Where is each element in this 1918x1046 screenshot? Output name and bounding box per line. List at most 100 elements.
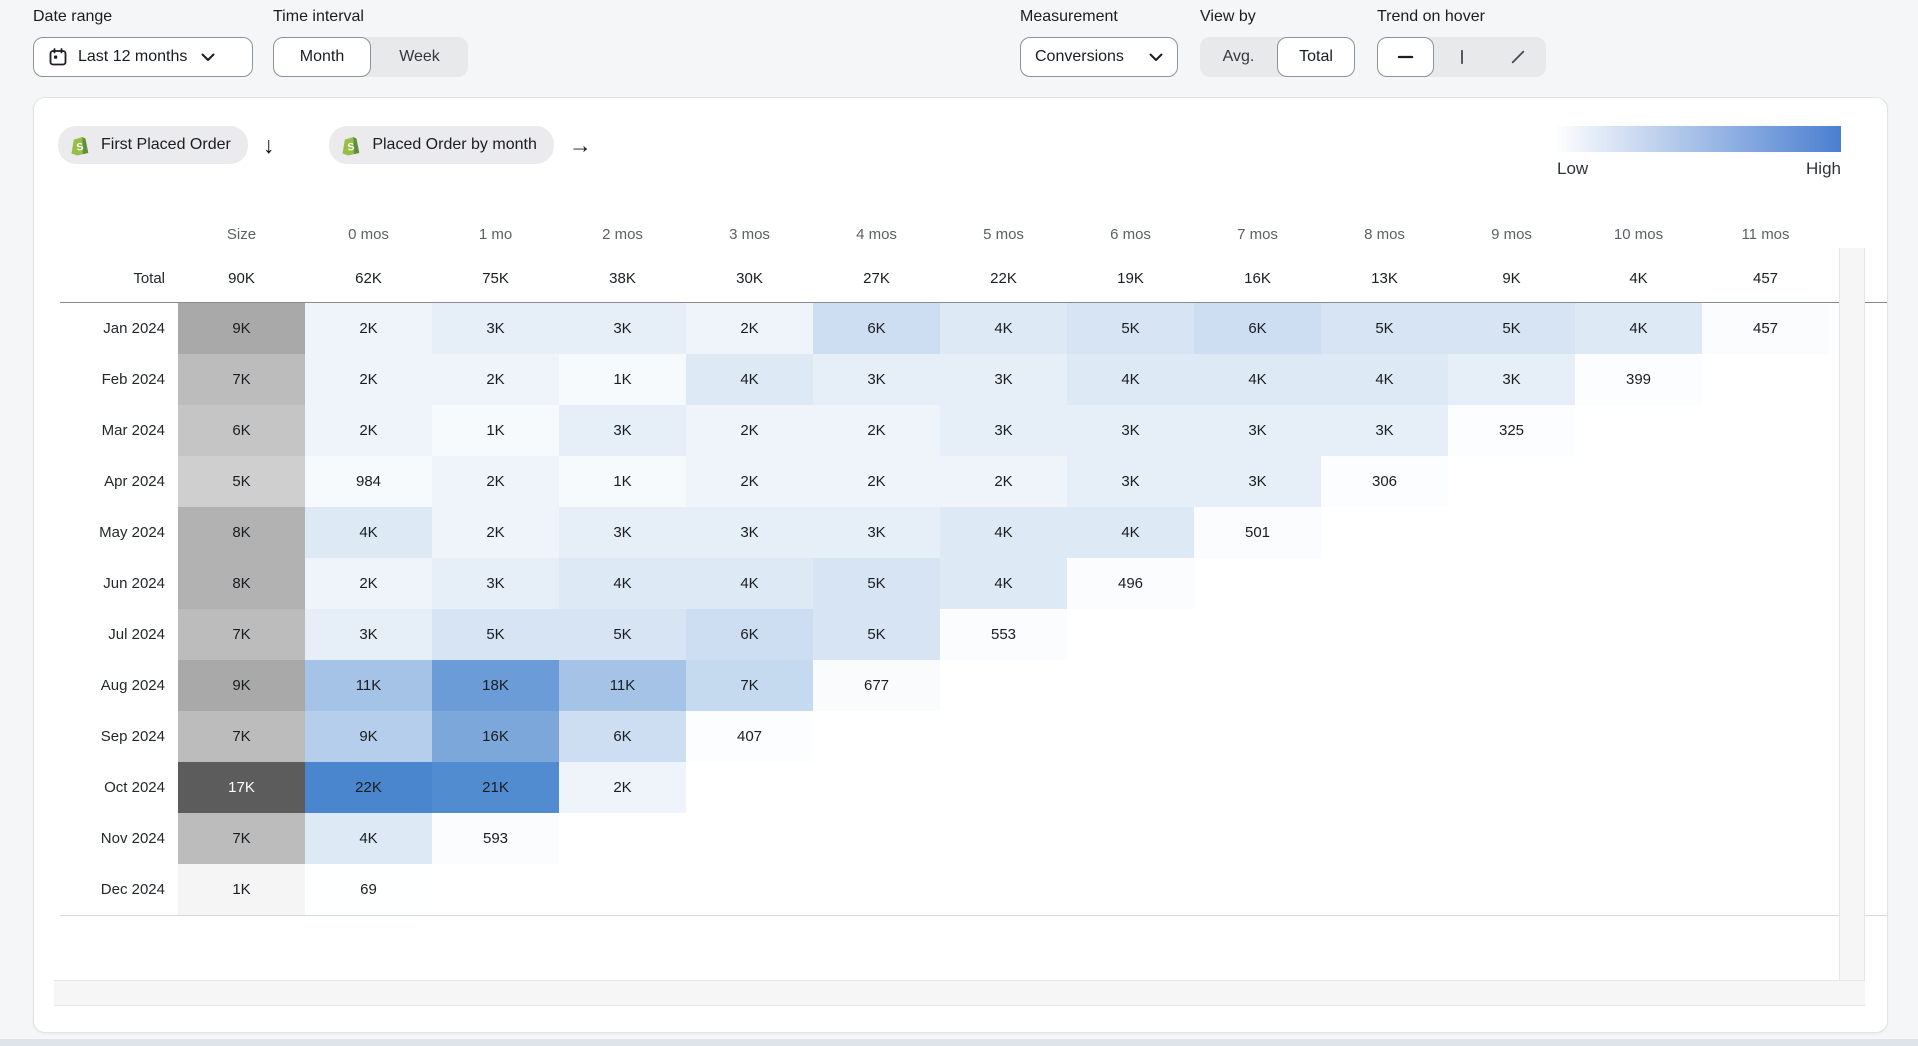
heatmap-cell[interactable]: 3K [1194,405,1321,456]
heatmap-cell[interactable]: 399 [1575,354,1702,405]
size-cell[interactable]: 7K [178,711,305,762]
heatmap-cell[interactable]: 4K [1194,354,1321,405]
heatmap-cell[interactable]: 6K [1194,303,1321,354]
metric-event-badge[interactable]: S Placed Order by month [329,126,554,164]
time-interval-option-month[interactable]: Month [273,37,371,77]
heatmap-cell[interactable]: 3K [940,354,1067,405]
heatmap-cell[interactable]: 4K [1067,507,1194,558]
cohort-event-badge[interactable]: S First Placed Order [58,126,248,164]
heatmap-cell[interactable]: 2K [940,456,1067,507]
heatmap-cell[interactable]: 4K [1321,354,1448,405]
heatmap-cell[interactable]: 7K [686,660,813,711]
heatmap-cell[interactable]: 3K [813,507,940,558]
heatmap-cell[interactable]: 3K [1321,405,1448,456]
heatmap-cell[interactable]: 18K [432,660,559,711]
heatmap-cell[interactable]: 407 [686,711,813,762]
heatmap-cell[interactable]: 4K [940,507,1067,558]
heatmap-cell[interactable]: 2K [432,456,559,507]
measurement-dropdown[interactable]: Conversions [1020,37,1178,77]
heatmap-cell[interactable]: 677 [813,660,940,711]
heatmap-cell[interactable]: 2K [559,762,686,813]
size-cell[interactable]: 1K [178,864,305,915]
heatmap-cell[interactable]: 306 [1321,456,1448,507]
heatmap-cell[interactable]: 3K [813,354,940,405]
heatmap-cell[interactable]: 4K [686,558,813,609]
heatmap-cell[interactable]: 3K [432,558,559,609]
heatmap-cell[interactable]: 3K [559,303,686,354]
heatmap-cell[interactable]: 5K [813,609,940,660]
heatmap-cell[interactable]: 3K [432,303,559,354]
heatmap-cell[interactable]: 593 [432,813,559,864]
heatmap-cell[interactable]: 2K [813,456,940,507]
heatmap-cell[interactable]: 4K [1067,354,1194,405]
size-cell[interactable]: 5K [178,456,305,507]
size-cell[interactable]: 8K [178,558,305,609]
size-cell[interactable]: 9K [178,303,305,354]
size-cell[interactable]: 9K [178,660,305,711]
heatmap-cell[interactable]: 69 [305,864,432,915]
heatmap-cell[interactable]: 5K [432,609,559,660]
heatmap-cell[interactable]: 325 [1448,405,1575,456]
heatmap-cell[interactable]: 5K [559,609,686,660]
heatmap-cell[interactable]: 3K [1194,456,1321,507]
view-by-option-total[interactable]: Total [1277,37,1355,77]
heatmap-cell[interactable]: 457 [1702,303,1829,354]
time-interval-option-week[interactable]: Week [371,37,468,77]
heatmap-cell[interactable]: 3K [305,609,432,660]
heatmap-cell[interactable]: 4K [940,303,1067,354]
trend-slope-option[interactable] [1490,37,1546,77]
heatmap-cell[interactable]: 22K [305,762,432,813]
heatmap-cell[interactable]: 5K [1321,303,1448,354]
heatmap-cell[interactable]: 4K [1575,303,1702,354]
heatmap-cell[interactable]: 5K [813,558,940,609]
heatmap-cell[interactable]: 2K [305,354,432,405]
size-cell[interactable]: 8K [178,507,305,558]
size-cell[interactable]: 6K [178,405,305,456]
heatmap-cell[interactable]: 3K [559,405,686,456]
heatmap-cell[interactable]: 2K [686,303,813,354]
heatmap-cell[interactable]: 2K [432,354,559,405]
size-cell[interactable]: 7K [178,354,305,405]
heatmap-cell[interactable]: 2K [686,456,813,507]
heatmap-cell[interactable]: 496 [1067,558,1194,609]
heatmap-cell[interactable]: 4K [940,558,1067,609]
heatmap-cell[interactable]: 16K [432,711,559,762]
heatmap-cell[interactable]: 2K [305,303,432,354]
heatmap-cell[interactable]: 4K [305,813,432,864]
vertical-scrollbar[interactable] [1839,248,1865,980]
heatmap-cell[interactable]: 21K [432,762,559,813]
heatmap-cell[interactable]: 1K [559,354,686,405]
heatmap-cell[interactable]: 2K [686,405,813,456]
heatmap-cell[interactable]: 3K [940,405,1067,456]
heatmap-cell[interactable]: 3K [1067,456,1194,507]
heatmap-cell[interactable]: 5K [1448,303,1575,354]
heatmap-cell[interactable]: 4K [559,558,686,609]
size-cell[interactable]: 17K [178,762,305,813]
heatmap-cell[interactable]: 3K [1067,405,1194,456]
heatmap-cell[interactable]: 2K [813,405,940,456]
size-cell[interactable]: 7K [178,609,305,660]
heatmap-cell[interactable]: 11K [305,660,432,711]
heatmap-cell[interactable]: 2K [305,405,432,456]
heatmap-cell[interactable]: 3K [559,507,686,558]
heatmap-cell[interactable]: 2K [305,558,432,609]
heatmap-cell[interactable]: 1K [559,456,686,507]
heatmap-cell[interactable]: 4K [686,354,813,405]
heatmap-cell[interactable]: 9K [305,711,432,762]
heatmap-cell[interactable]: 1K [432,405,559,456]
heatmap-cell[interactable]: 6K [686,609,813,660]
heatmap-cell[interactable]: 4K [305,507,432,558]
heatmap-cell[interactable]: 6K [813,303,940,354]
heatmap-cell[interactable]: 3K [686,507,813,558]
heatmap-cell[interactable]: 5K [1067,303,1194,354]
heatmap-cell[interactable]: 3K [1448,354,1575,405]
view-by-option-avg[interactable]: Avg. [1200,37,1277,77]
trend-bar-option[interactable] [1434,37,1490,77]
size-cell[interactable]: 7K [178,813,305,864]
heatmap-cell[interactable]: 984 [305,456,432,507]
heatmap-cell[interactable]: 553 [940,609,1067,660]
heatmap-cell[interactable]: 2K [432,507,559,558]
date-range-dropdown[interactable]: Last 12 months [33,37,253,77]
heatmap-cell[interactable]: 6K [559,711,686,762]
heatmap-cell[interactable]: 501 [1194,507,1321,558]
